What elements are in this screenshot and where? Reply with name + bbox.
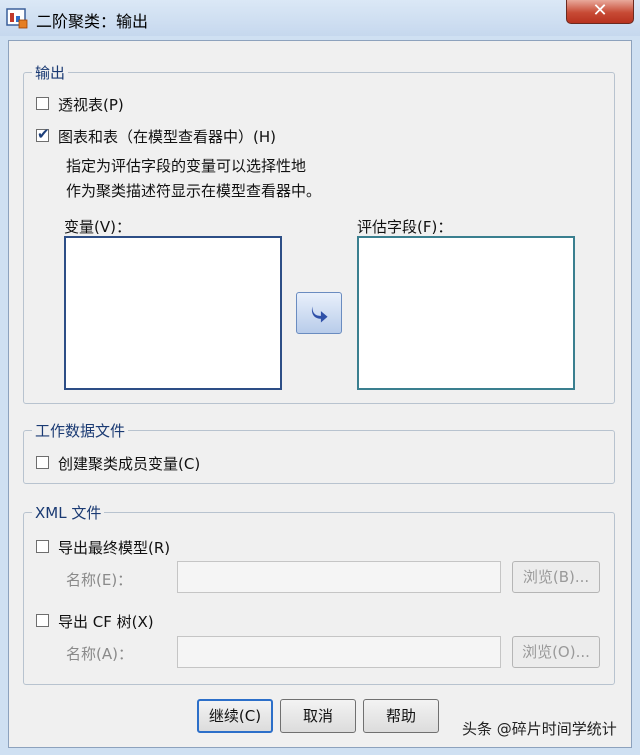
browse-final-model-button[interactable]: 浏览(B)... (512, 561, 600, 593)
create-membership-checkbox[interactable] (36, 456, 49, 469)
cancel-button[interactable]: 取消 (280, 699, 356, 733)
move-right-button[interactable] (296, 292, 342, 334)
xml-group-title: XML 文件 (32, 502, 105, 523)
create-membership-label[interactable]: 创建聚类成员变量(C) (58, 453, 200, 474)
final-model-name-input[interactable] (177, 561, 501, 593)
export-final-model-checkbox[interactable] (36, 540, 49, 553)
watermark-text: 头条 @碎片时间学统计 (462, 720, 617, 738)
export-final-model-label[interactable]: 导出最终模型(R) (58, 537, 170, 558)
output-group-title: 输出 (32, 62, 69, 83)
xml-group: XML 文件 导出最终模型(R) 名称(E)： 浏览(B)... 导出 CF 树… (23, 502, 615, 685)
output-group: 输出 透视表(P) ✔ 图表和表（在模型查看器中）(H) 指定为评估字段的变量可… (23, 62, 615, 404)
title-bar: 二阶聚类：输出 ✕ (0, 0, 640, 36)
arrow-right-icon (311, 306, 328, 323)
working-data-group-title: 工作数据文件 (32, 420, 129, 441)
description-line-2: 作为聚类描述符显示在模型查看器中。 (66, 182, 322, 200)
variables-list[interactable] (64, 236, 282, 390)
dialog-body: 输出 透视表(P) ✔ 图表和表（在模型查看器中）(H) 指定为评估字段的变量可… (8, 40, 632, 748)
description-line-1: 指定为评估字段的变量可以选择性地 (66, 157, 307, 175)
cf-tree-name-input[interactable] (177, 636, 501, 668)
charts-tables-label[interactable]: 图表和表（在模型查看器中）(H) (58, 126, 276, 147)
export-cf-tree-checkbox[interactable] (36, 614, 49, 627)
working-data-group: 工作数据文件 创建聚类成员变量(C) (23, 420, 615, 484)
final-model-name-label: 名称(E)： (66, 571, 133, 589)
pivot-tables-label[interactable]: 透视表(P) (58, 94, 124, 115)
pivot-tables-checkbox[interactable] (36, 97, 49, 110)
evaluation-fields-label: 评估字段(F)： (357, 218, 453, 236)
evaluation-fields-list[interactable] (357, 236, 575, 390)
help-button[interactable]: 帮助 (363, 699, 439, 733)
cf-tree-name-label: 名称(A)： (66, 645, 133, 663)
spss-app-icon (6, 8, 28, 29)
checkmark-icon: ✔ (37, 125, 50, 143)
variables-label: 变量(V)： (64, 218, 131, 236)
close-icon: ✕ (592, 0, 608, 21)
charts-tables-checkbox[interactable]: ✔ (36, 125, 50, 143)
export-cf-tree-label[interactable]: 导出 CF 树(X) (58, 611, 154, 632)
continue-button[interactable]: 继续(C) (197, 699, 273, 733)
close-button[interactable]: ✕ (566, 0, 634, 24)
window-title: 二阶聚类：输出 (36, 12, 149, 31)
browse-cf-tree-button[interactable]: 浏览(O)... (512, 636, 600, 668)
